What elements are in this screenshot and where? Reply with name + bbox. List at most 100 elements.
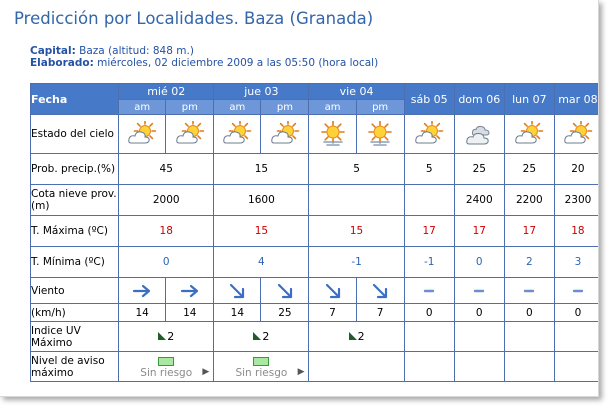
elaborado-label: Elaborado: — [30, 57, 94, 69]
capital-info: Capital: Baza (altitud: 848 m.) — [30, 45, 194, 57]
snow-level-value — [403, 184, 455, 216]
wind-speed-value: 7 — [308, 303, 357, 322]
precip-prob-value: 45 — [118, 153, 215, 185]
min-temp-value: 2 — [503, 246, 555, 278]
wind-speed-value: 0 — [553, 303, 598, 322]
partly-cloudy-sun-icon — [165, 114, 215, 154]
capital-label: Capital: — [30, 45, 76, 57]
uv-cell — [403, 321, 455, 352]
wind-speed-value: 0 — [403, 303, 455, 322]
max-temp-value: 18 — [553, 215, 598, 247]
calm-dash-icon — [503, 277, 555, 304]
min-temp-value: -1 — [308, 246, 405, 278]
forecast-table: Fecha mié 02 jue 03 vie 04 sáb 05 dom 06… — [29, 83, 598, 382]
precip-prob-value: 25 — [503, 153, 555, 185]
wind-speed-value: 14 — [213, 303, 262, 322]
sun-haze-icon — [308, 114, 357, 154]
uv-value: 2 — [357, 329, 365, 343]
min-temp-value: 3 — [553, 246, 598, 278]
wind-speed-value: 7 — [355, 303, 405, 322]
warning-cell — [503, 351, 555, 382]
min-temp-value: 0 — [118, 246, 215, 278]
row-label-aviso: Nivel de aviso máximo — [29, 351, 120, 382]
partly-cloudy-sun-icon — [213, 114, 262, 154]
arrow-southeast-icon — [260, 277, 310, 304]
warning-text: Sin riesgo — [140, 366, 193, 379]
uv-cell: 2 — [118, 321, 215, 352]
max-temp-value: 17 — [453, 215, 505, 247]
elaborado-info: Elaborado: miércoles, 02 diciembre 2009 … — [30, 57, 378, 69]
calm-dash-icon — [453, 277, 505, 304]
expand-arrow-icon[interactable]: ▶ — [202, 367, 209, 377]
warning-cell — [308, 351, 405, 382]
uv-level-flag-icon — [158, 332, 167, 341]
day-header: mar 08 — [553, 83, 598, 115]
wind-speed-value: 0 — [503, 303, 555, 322]
precip-prob-value: 20 — [553, 153, 598, 185]
row-label-tmax: T. Máxima (ºC) — [29, 215, 120, 247]
calm-dash-icon — [553, 277, 598, 304]
uv-cell — [453, 321, 505, 352]
row-label-viento: Viento — [29, 277, 120, 304]
min-temp-value: -1 — [403, 246, 455, 278]
uv-value: 2 — [167, 329, 175, 343]
max-temp-value: 15 — [308, 215, 405, 247]
partly-cloudy-sun-icon — [553, 114, 598, 154]
arrow-southeast-icon — [355, 277, 405, 304]
warning-green-icon — [253, 356, 270, 366]
day-header: dom 06 — [453, 83, 505, 115]
am-subheader: am — [308, 99, 357, 115]
wind-speed-value: 25 — [260, 303, 310, 322]
warning-text: Sin riesgo — [235, 366, 288, 379]
warning-green-icon — [158, 356, 175, 366]
warning-cell — [553, 351, 598, 382]
warning-cell[interactable]: Sin riesgo ▶ — [213, 351, 310, 382]
warning-level[interactable]: Sin riesgo ▶ — [119, 355, 213, 379]
uv-cell: 2 — [308, 321, 405, 352]
uv-cell — [553, 321, 598, 352]
wind-speed-value: 14 — [118, 303, 167, 322]
warning-level[interactable]: Sin riesgo ▶ — [214, 355, 308, 379]
warning-cell — [403, 351, 455, 382]
uv-index: 2 — [253, 330, 269, 343]
partly-cloudy-sun-icon — [403, 114, 455, 154]
day-header: mié 02 — [118, 83, 215, 100]
max-temp-value: 18 — [118, 215, 215, 247]
warning-cell — [453, 351, 505, 382]
precip-prob-value: 5 — [308, 153, 405, 185]
max-temp-value: 17 — [403, 215, 455, 247]
precip-prob-value: 15 — [213, 153, 310, 185]
row-label-cota: Cota nieve prov.(m) — [29, 184, 120, 216]
cloudy-icon — [453, 114, 505, 154]
uv-level-flag-icon — [253, 332, 262, 341]
page-title: Predicción por Localidades. Baza (Granad… — [14, 9, 374, 28]
calm-dash-icon — [403, 277, 455, 304]
uv-cell — [503, 321, 555, 352]
uv-index: 2 — [348, 329, 365, 343]
partly-cloudy-sun-icon — [503, 114, 555, 154]
expand-arrow-icon[interactable]: ▶ — [298, 367, 305, 377]
uv-index: 2 — [158, 330, 174, 343]
fecha-header: Fecha — [29, 83, 120, 115]
forecast-window: Predicción por Localidades. Baza (Granad… — [0, 0, 599, 397]
pm-subheader: pm — [165, 99, 215, 115]
uv-level-flag-icon — [348, 332, 357, 341]
max-temp-value: 17 — [503, 215, 555, 247]
row-label-prob: Prob. precip.(%) — [29, 153, 120, 185]
day-header: sáb 05 — [403, 83, 455, 115]
snow-level-value: 2400 — [453, 184, 505, 216]
wind-speed-value: 14 — [165, 303, 215, 322]
sun-haze-icon — [355, 114, 405, 154]
snow-level-value — [308, 184, 405, 216]
warning-cell[interactable]: Sin riesgo ▶ — [118, 351, 215, 382]
min-temp-value: 0 — [453, 246, 505, 278]
capital-value: Baza (altitud: 848 m.) — [79, 45, 194, 57]
arrow-southeast-icon — [308, 277, 357, 304]
row-label-estado: Estado del cielo — [29, 114, 120, 154]
wind-speed-value: 0 — [453, 303, 505, 322]
precip-prob-value: 5 — [403, 153, 455, 185]
am-subheader: am — [118, 99, 167, 115]
min-temp-value: 4 — [213, 246, 310, 278]
am-subheader: am — [213, 99, 262, 115]
precip-prob-value: 25 — [453, 153, 505, 185]
